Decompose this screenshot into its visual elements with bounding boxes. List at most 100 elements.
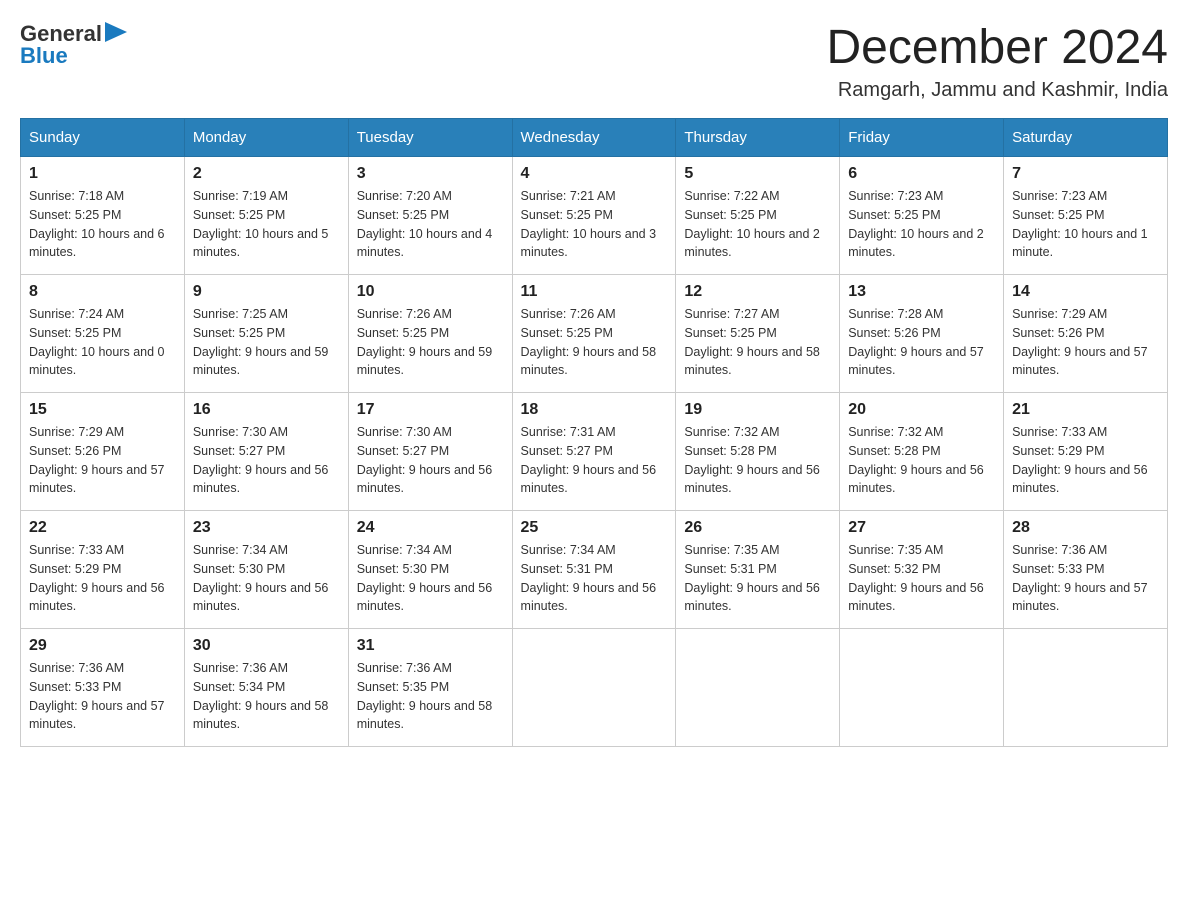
day-info: Sunrise: 7:34 AMSunset: 5:30 PMDaylight:…: [357, 541, 504, 616]
calendar-cell: 25 Sunrise: 7:34 AMSunset: 5:31 PMDaylig…: [512, 511, 676, 629]
day-number: 5: [684, 165, 831, 183]
day-info: Sunrise: 7:27 AMSunset: 5:25 PMDaylight:…: [684, 305, 831, 380]
calendar-cell: 17 Sunrise: 7:30 AMSunset: 5:27 PMDaylig…: [348, 393, 512, 511]
day-number: 18: [521, 401, 668, 419]
header-monday: Monday: [184, 119, 348, 157]
calendar-cell: 1 Sunrise: 7:18 AMSunset: 5:25 PMDayligh…: [21, 157, 185, 275]
day-info: Sunrise: 7:22 AMSunset: 5:25 PMDaylight:…: [684, 187, 831, 262]
day-info: Sunrise: 7:20 AMSunset: 5:25 PMDaylight:…: [357, 187, 504, 262]
day-number: 24: [357, 519, 504, 537]
calendar-cell: 4 Sunrise: 7:21 AMSunset: 5:25 PMDayligh…: [512, 157, 676, 275]
logo-triangle-icon: [105, 22, 127, 42]
day-info: Sunrise: 7:34 AMSunset: 5:31 PMDaylight:…: [521, 541, 668, 616]
header-thursday: Thursday: [676, 119, 840, 157]
day-info: Sunrise: 7:34 AMSunset: 5:30 PMDaylight:…: [193, 541, 340, 616]
title-block: December 2024 Ramgarh, Jammu and Kashmir…: [826, 20, 1168, 102]
day-info: Sunrise: 7:28 AMSunset: 5:26 PMDaylight:…: [848, 305, 995, 380]
day-number: 1: [29, 165, 176, 183]
calendar-cell: 23 Sunrise: 7:34 AMSunset: 5:30 PMDaylig…: [184, 511, 348, 629]
calendar-cell: 6 Sunrise: 7:23 AMSunset: 5:25 PMDayligh…: [840, 157, 1004, 275]
calendar-cell: 8 Sunrise: 7:24 AMSunset: 5:25 PMDayligh…: [21, 275, 185, 393]
calendar-cell: 18 Sunrise: 7:31 AMSunset: 5:27 PMDaylig…: [512, 393, 676, 511]
day-info: Sunrise: 7:29 AMSunset: 5:26 PMDaylight:…: [1012, 305, 1159, 380]
calendar-cell: 12 Sunrise: 7:27 AMSunset: 5:25 PMDaylig…: [676, 275, 840, 393]
day-info: Sunrise: 7:36 AMSunset: 5:33 PMDaylight:…: [29, 659, 176, 734]
day-info: Sunrise: 7:31 AMSunset: 5:27 PMDaylight:…: [521, 423, 668, 498]
day-info: Sunrise: 7:29 AMSunset: 5:26 PMDaylight:…: [29, 423, 176, 498]
day-number: 30: [193, 637, 340, 655]
calendar-cell: 15 Sunrise: 7:29 AMSunset: 5:26 PMDaylig…: [21, 393, 185, 511]
calendar-cell: 31 Sunrise: 7:36 AMSunset: 5:35 PMDaylig…: [348, 629, 512, 747]
calendar-cell: 2 Sunrise: 7:19 AMSunset: 5:25 PMDayligh…: [184, 157, 348, 275]
day-info: Sunrise: 7:32 AMSunset: 5:28 PMDaylight:…: [848, 423, 995, 498]
logo-text-blue: Blue: [20, 43, 68, 69]
day-info: Sunrise: 7:24 AMSunset: 5:25 PMDaylight:…: [29, 305, 176, 380]
calendar-cell: [840, 629, 1004, 747]
day-info: Sunrise: 7:35 AMSunset: 5:32 PMDaylight:…: [848, 541, 995, 616]
calendar-cell: 26 Sunrise: 7:35 AMSunset: 5:31 PMDaylig…: [676, 511, 840, 629]
calendar-cell: 30 Sunrise: 7:36 AMSunset: 5:34 PMDaylig…: [184, 629, 348, 747]
calendar-cell: 22 Sunrise: 7:33 AMSunset: 5:29 PMDaylig…: [21, 511, 185, 629]
day-number: 25: [521, 519, 668, 537]
calendar-cell: [512, 629, 676, 747]
page-header: General Blue December 2024 Ramgarh, Jamm…: [20, 20, 1168, 102]
header-tuesday: Tuesday: [348, 119, 512, 157]
month-title: December 2024: [826, 20, 1168, 75]
calendar-week-1: 1 Sunrise: 7:18 AMSunset: 5:25 PMDayligh…: [21, 157, 1168, 275]
calendar-cell: 19 Sunrise: 7:32 AMSunset: 5:28 PMDaylig…: [676, 393, 840, 511]
calendar-cell: [1004, 629, 1168, 747]
day-info: Sunrise: 7:36 AMSunset: 5:35 PMDaylight:…: [357, 659, 504, 734]
calendar-body: 1 Sunrise: 7:18 AMSunset: 5:25 PMDayligh…: [21, 157, 1168, 747]
calendar-week-5: 29 Sunrise: 7:36 AMSunset: 5:33 PMDaylig…: [21, 629, 1168, 747]
day-number: 11: [521, 283, 668, 301]
day-info: Sunrise: 7:32 AMSunset: 5:28 PMDaylight:…: [684, 423, 831, 498]
calendar-cell: 13 Sunrise: 7:28 AMSunset: 5:26 PMDaylig…: [840, 275, 1004, 393]
day-number: 12: [684, 283, 831, 301]
calendar-cell: [676, 629, 840, 747]
calendar-cell: 14 Sunrise: 7:29 AMSunset: 5:26 PMDaylig…: [1004, 275, 1168, 393]
day-number: 28: [1012, 519, 1159, 537]
calendar-cell: 5 Sunrise: 7:22 AMSunset: 5:25 PMDayligh…: [676, 157, 840, 275]
day-info: Sunrise: 7:23 AMSunset: 5:25 PMDaylight:…: [1012, 187, 1159, 262]
calendar-cell: 16 Sunrise: 7:30 AMSunset: 5:27 PMDaylig…: [184, 393, 348, 511]
day-info: Sunrise: 7:19 AMSunset: 5:25 PMDaylight:…: [193, 187, 340, 262]
day-number: 26: [684, 519, 831, 537]
day-number: 8: [29, 283, 176, 301]
day-number: 29: [29, 637, 176, 655]
calendar-cell: 27 Sunrise: 7:35 AMSunset: 5:32 PMDaylig…: [840, 511, 1004, 629]
day-number: 3: [357, 165, 504, 183]
calendar-cell: 24 Sunrise: 7:34 AMSunset: 5:30 PMDaylig…: [348, 511, 512, 629]
day-info: Sunrise: 7:26 AMSunset: 5:25 PMDaylight:…: [521, 305, 668, 380]
calendar-cell: 3 Sunrise: 7:20 AMSunset: 5:25 PMDayligh…: [348, 157, 512, 275]
day-number: 23: [193, 519, 340, 537]
day-info: Sunrise: 7:33 AMSunset: 5:29 PMDaylight:…: [1012, 423, 1159, 498]
day-info: Sunrise: 7:30 AMSunset: 5:27 PMDaylight:…: [357, 423, 504, 498]
calendar-cell: 9 Sunrise: 7:25 AMSunset: 5:25 PMDayligh…: [184, 275, 348, 393]
day-number: 21: [1012, 401, 1159, 419]
calendar-cell: 7 Sunrise: 7:23 AMSunset: 5:25 PMDayligh…: [1004, 157, 1168, 275]
day-number: 15: [29, 401, 176, 419]
logo: General Blue: [20, 20, 127, 69]
day-number: 4: [521, 165, 668, 183]
header-friday: Friday: [840, 119, 1004, 157]
calendar-cell: 20 Sunrise: 7:32 AMSunset: 5:28 PMDaylig…: [840, 393, 1004, 511]
header-saturday: Saturday: [1004, 119, 1168, 157]
day-number: 9: [193, 283, 340, 301]
day-number: 13: [848, 283, 995, 301]
header-sunday: Sunday: [21, 119, 185, 157]
day-number: 31: [357, 637, 504, 655]
day-number: 10: [357, 283, 504, 301]
calendar-week-2: 8 Sunrise: 7:24 AMSunset: 5:25 PMDayligh…: [21, 275, 1168, 393]
day-info: Sunrise: 7:23 AMSunset: 5:25 PMDaylight:…: [848, 187, 995, 262]
day-number: 2: [193, 165, 340, 183]
day-number: 6: [848, 165, 995, 183]
day-number: 14: [1012, 283, 1159, 301]
day-number: 22: [29, 519, 176, 537]
day-info: Sunrise: 7:36 AMSunset: 5:34 PMDaylight:…: [193, 659, 340, 734]
day-number: 16: [193, 401, 340, 419]
day-info: Sunrise: 7:30 AMSunset: 5:27 PMDaylight:…: [193, 423, 340, 498]
calendar-week-4: 22 Sunrise: 7:33 AMSunset: 5:29 PMDaylig…: [21, 511, 1168, 629]
day-info: Sunrise: 7:18 AMSunset: 5:25 PMDaylight:…: [29, 187, 176, 262]
calendar-table: Sunday Monday Tuesday Wednesday Thursday…: [20, 118, 1168, 747]
location-subtitle: Ramgarh, Jammu and Kashmir, India: [826, 79, 1168, 102]
